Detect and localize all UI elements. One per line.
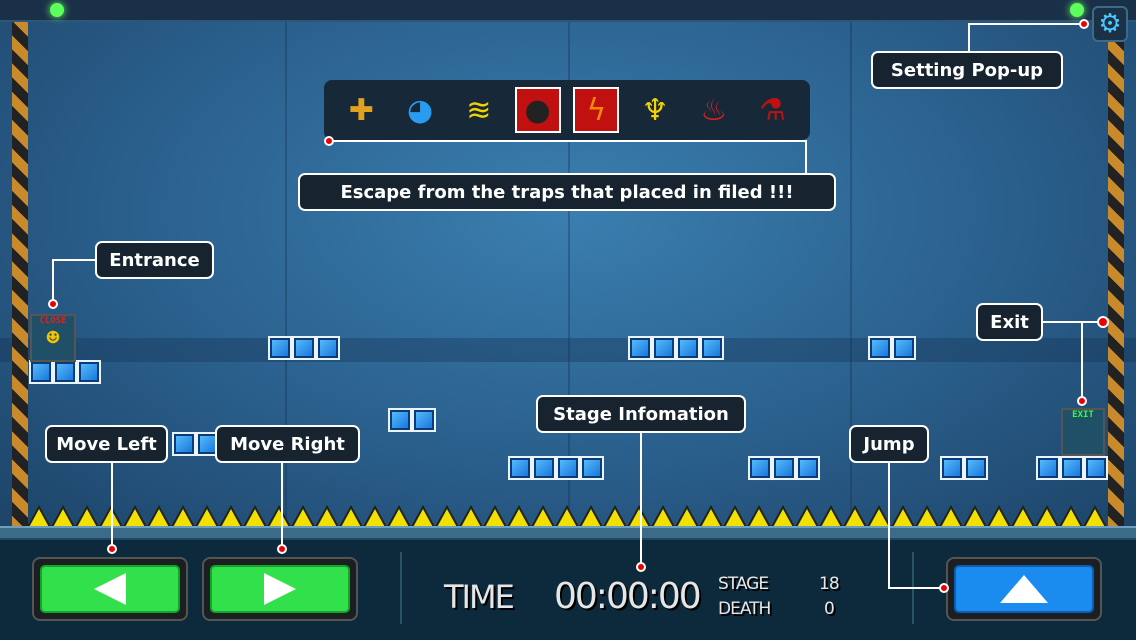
callout-lines [48,19,1109,593]
callout-traps: Escape from the traps that placed in fil… [298,173,836,211]
callout-settings: Setting Pop-up [871,51,1063,89]
callout-move-right: Move Right [215,425,360,463]
callout-move-left: Move Left [45,425,168,463]
callout-jump: Jump [849,425,929,463]
callout-entrance: Entrance [95,241,214,279]
callout-stage-info: Stage Infomation [536,395,746,433]
callout-exit: Exit [976,303,1043,341]
